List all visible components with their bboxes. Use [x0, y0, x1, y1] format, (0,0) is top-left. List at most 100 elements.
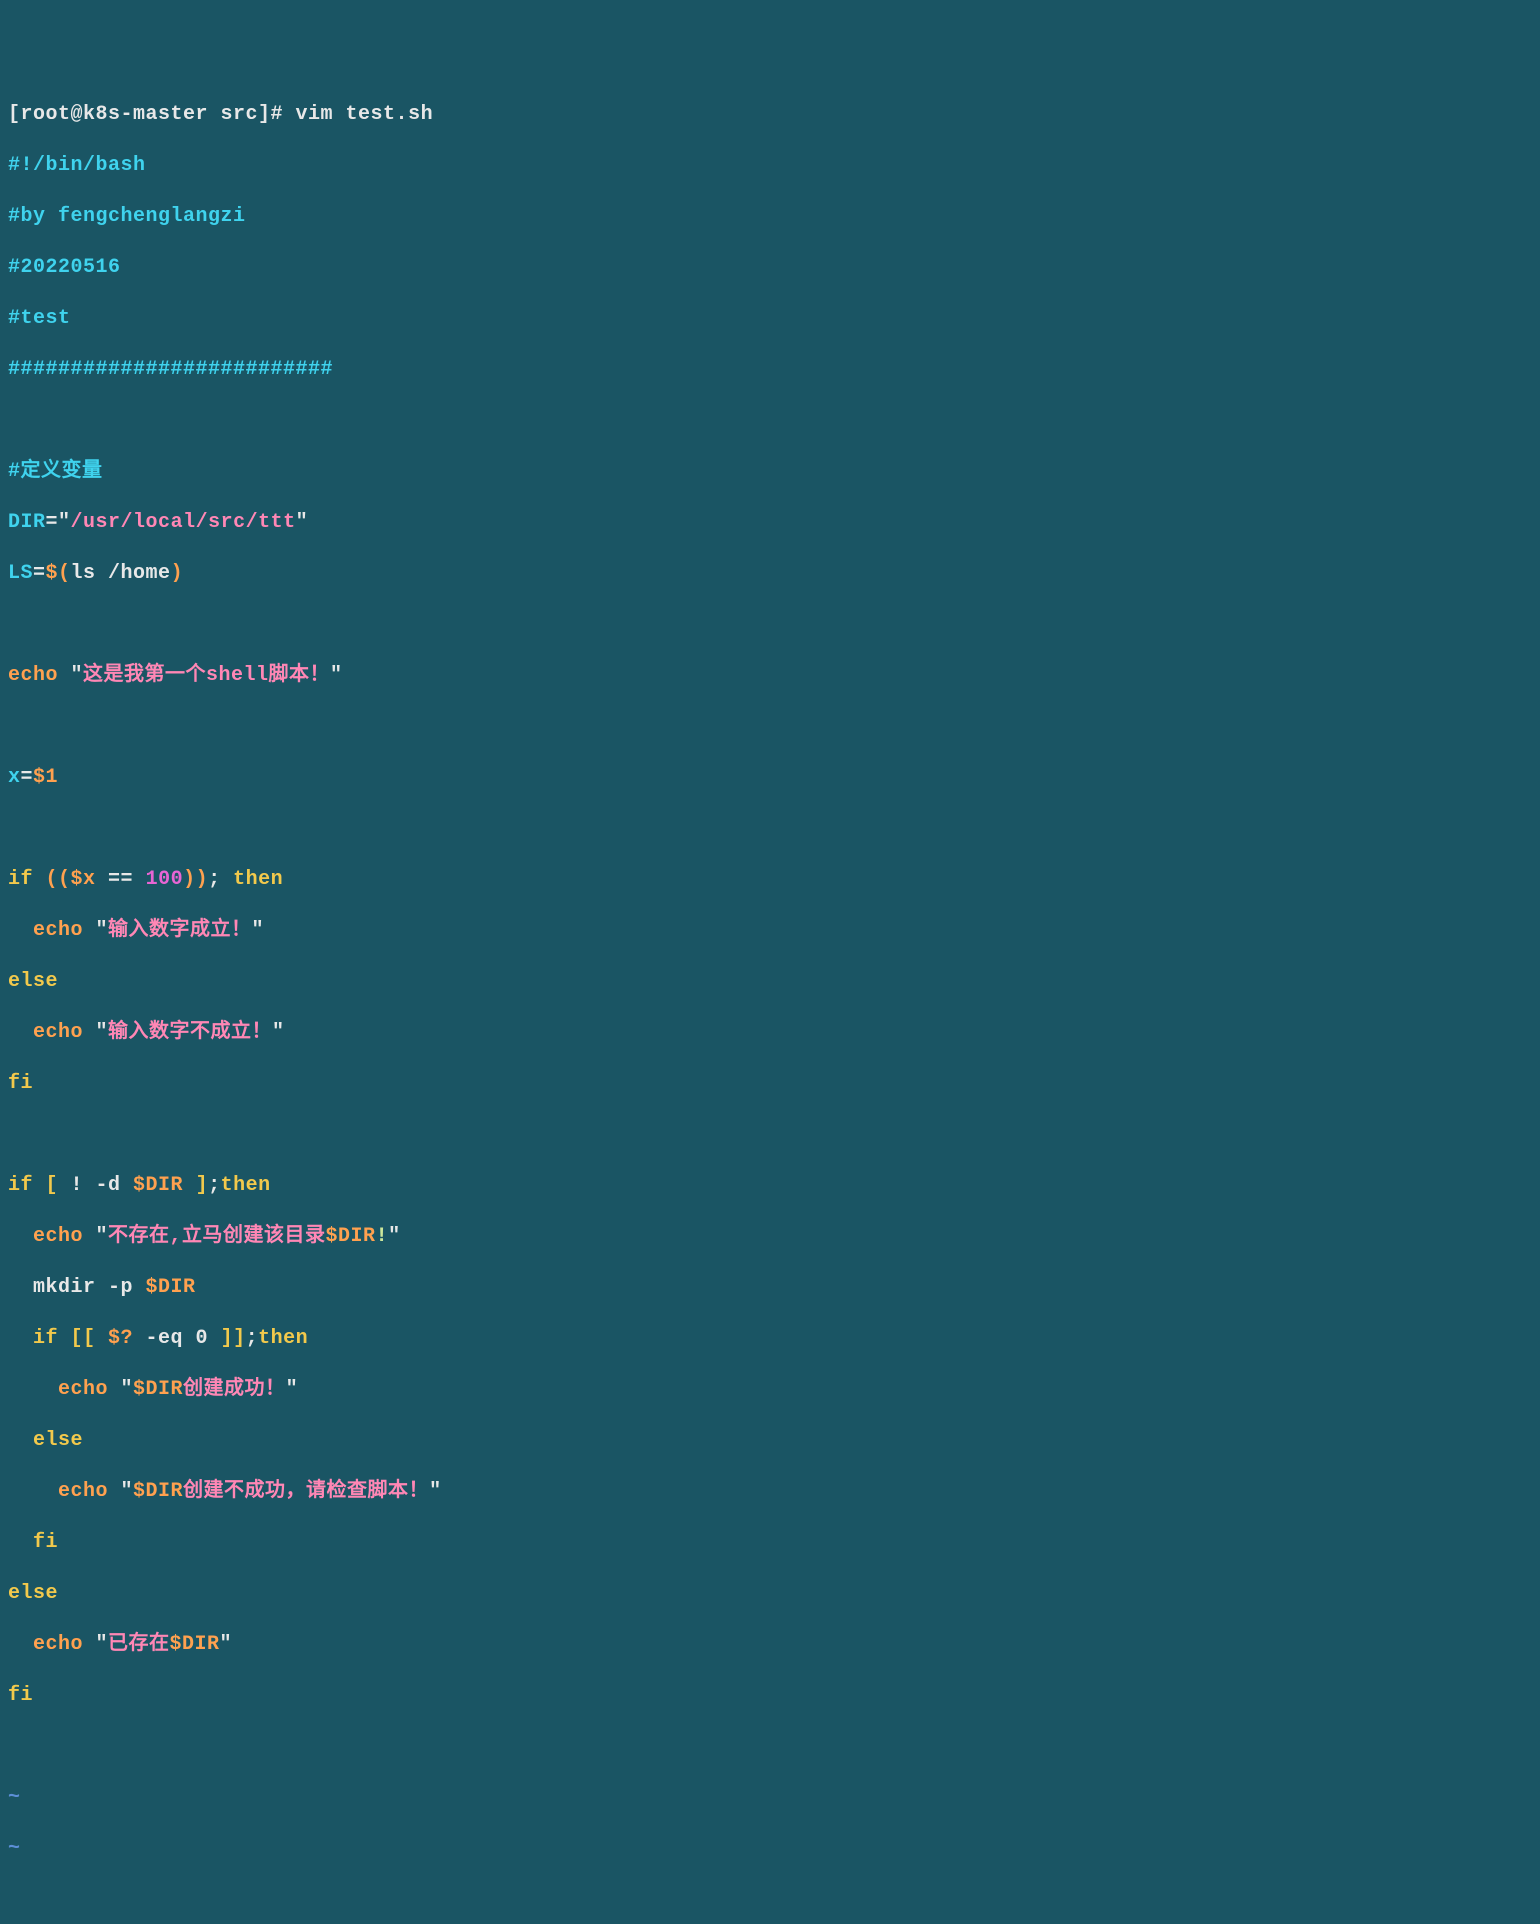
code-line: x=$1	[8, 765, 1532, 791]
code-line: if [[ $? -eq 0 ]];then	[8, 1326, 1532, 1352]
code-line: if (($x == 100)); then	[8, 867, 1532, 893]
quote: "	[220, 1633, 233, 1656]
variable-name: x	[8, 766, 21, 789]
semicolon: ;	[246, 1327, 259, 1350]
bracket: ]]	[221, 1327, 246, 1350]
tilde-marker: ~	[8, 1837, 21, 1860]
string: /usr/local/src/ttt	[71, 511, 296, 534]
keyword: else	[8, 1429, 83, 1452]
comment: #20220516	[8, 256, 121, 279]
quote: "	[286, 1378, 299, 1401]
string: 创建成功！	[183, 1378, 286, 1401]
code-line: mkdir -p $DIR	[8, 1275, 1532, 1301]
paren: ))	[183, 868, 208, 891]
space	[183, 1174, 196, 1197]
paren: $(	[46, 562, 71, 585]
code-line: DIR="/usr/local/src/ttt"	[8, 510, 1532, 536]
condition: -eq 0	[133, 1327, 221, 1350]
comment: #test	[8, 307, 71, 330]
code-line: #!/bin/bash	[8, 153, 1532, 179]
variable-name: LS	[8, 562, 33, 585]
quote: "	[58, 511, 71, 534]
operator: =	[46, 511, 59, 534]
variable: $DIR	[146, 1276, 196, 1299]
command: echo	[8, 919, 96, 942]
quote: "	[96, 1633, 109, 1656]
empty-line	[8, 612, 1532, 638]
empty-line	[8, 408, 1532, 434]
code-line: if [ ! -d $DIR ];then	[8, 1173, 1532, 1199]
comment: ##########################	[8, 358, 333, 381]
command: echo	[8, 1378, 121, 1401]
variable: $x	[71, 868, 96, 891]
variable-name: DIR	[8, 511, 46, 534]
code-line: LS=$(ls /home)	[8, 561, 1532, 587]
bracket: [	[46, 1174, 59, 1197]
empty-line	[8, 816, 1532, 842]
condition: ! -d	[58, 1174, 133, 1197]
quote: "	[71, 664, 84, 687]
code-line: fi	[8, 1683, 1532, 1709]
empty-line	[8, 1734, 1532, 1760]
code-line: ##########################	[8, 357, 1532, 383]
keyword: fi	[8, 1072, 33, 1095]
string: 已存在	[108, 1633, 170, 1656]
paren: )	[171, 562, 184, 585]
quote: "	[121, 1378, 134, 1401]
string: 输入数字成立！	[108, 919, 252, 942]
paren: ((	[46, 868, 71, 891]
string: 创建不成功，请检查脚本！	[183, 1480, 429, 1503]
code-line: else	[8, 1428, 1532, 1454]
number: 100	[146, 868, 184, 891]
keyword: fi	[8, 1684, 33, 1707]
code-line: echo "输入数字不成立！"	[8, 1020, 1532, 1046]
code-line: echo "$DIR创建成功！"	[8, 1377, 1532, 1403]
code-line: echo "不存在,立马创建该目录$DIR!"	[8, 1224, 1532, 1250]
code-line: else	[8, 1581, 1532, 1607]
code-line: #20220516	[8, 255, 1532, 281]
keyword: then	[221, 868, 284, 891]
code-line: #test	[8, 306, 1532, 332]
variable: $DIR	[170, 1633, 220, 1656]
operator: =	[33, 562, 46, 585]
code-line: else	[8, 969, 1532, 995]
code-line: #定义变量	[8, 459, 1532, 485]
code-line: echo "输入数字成立！"	[8, 918, 1532, 944]
code-line: echo "这是我第一个shell脚本！"	[8, 663, 1532, 689]
prompt-line: [root@k8s-master src]# vim test.sh	[8, 102, 1532, 128]
comment: #by fengchenglangzi	[8, 205, 246, 228]
string: 输入数字不成立！	[108, 1021, 272, 1044]
code-line: #by fengchenglangzi	[8, 204, 1532, 230]
quote: "	[121, 1480, 134, 1503]
operator: ==	[96, 868, 146, 891]
variable: $1	[33, 766, 58, 789]
semicolon: ;	[208, 1174, 221, 1197]
quote: "	[296, 511, 309, 534]
quote: "	[272, 1021, 285, 1044]
operator: =	[21, 766, 34, 789]
string: !	[376, 1225, 389, 1248]
vim-tilde: ~	[8, 1785, 1532, 1811]
code-line: echo "$DIR创建不成功，请检查脚本！"	[8, 1479, 1532, 1505]
semicolon: ;	[208, 868, 221, 891]
shebang: #!/bin/bash	[8, 154, 146, 177]
variable: $?	[96, 1327, 134, 1350]
command: echo	[8, 1021, 96, 1044]
quote: "	[96, 1021, 109, 1044]
keyword: then	[221, 1174, 271, 1197]
command: echo	[8, 664, 71, 687]
quote: "	[388, 1225, 401, 1248]
empty-line	[8, 714, 1532, 740]
bracket: ]	[196, 1174, 209, 1197]
keyword: if	[8, 1174, 46, 1197]
empty-line	[8, 1122, 1532, 1148]
quote: "	[96, 1225, 109, 1248]
keyword: if	[8, 868, 46, 891]
code-line: echo "已存在$DIR"	[8, 1632, 1532, 1658]
command: echo	[8, 1480, 121, 1503]
string: 不存在,立马创建该目录	[108, 1225, 326, 1248]
string: 这是我第一个shell脚本！	[83, 664, 330, 687]
variable: $DIR	[326, 1225, 376, 1248]
keyword: else	[8, 970, 58, 993]
variable: $DIR	[133, 1174, 183, 1197]
